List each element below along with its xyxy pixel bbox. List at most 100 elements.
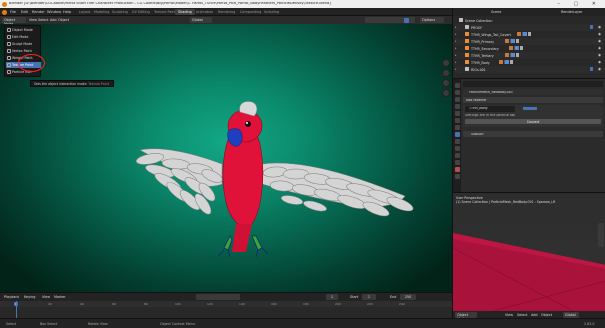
preview-mode-dropdown[interactable]: Object Mode	[455, 312, 477, 318]
preview-nav-gizmo[interactable]	[598, 223, 604, 247]
vertex-paint-icon	[7, 49, 11, 53]
eye-icon[interactable]: ◉	[598, 53, 601, 57]
outliner-root[interactable]: Scene Collection	[455, 17, 604, 24]
eye-icon[interactable]: ◉	[598, 67, 601, 71]
preview-header: Object Mode View Select Add Object Globa…	[453, 311, 605, 318]
constraints-tab-icon[interactable]	[454, 153, 460, 158]
modifier-tab-icon[interactable]	[454, 132, 460, 137]
modifier-icons	[505, 53, 519, 57]
tick: 20	[48, 302, 52, 306]
menu-edit[interactable]: Edit	[21, 10, 28, 14]
scene-selector[interactable]: Scene	[491, 10, 501, 14]
modifier-toggles[interactable]	[523, 106, 537, 110]
outliner-row[interactable]: ▸ TTHR_Tertiary ◉	[455, 52, 604, 59]
world-tab-icon[interactable]	[454, 118, 460, 123]
outliner-row[interactable]: ▸ RIGs.001 ◉	[455, 66, 604, 73]
texture-paint-icon	[7, 63, 11, 67]
preview-menu-view[interactable]: View	[505, 313, 513, 317]
physics-tab-icon[interactable]	[454, 146, 460, 151]
convert-button[interactable]: Convert	[465, 119, 601, 124]
view-layer-selector[interactable]: RenderLayer	[561, 10, 583, 14]
eye-icon[interactable]: ◉	[598, 46, 601, 50]
particles-tab-icon[interactable]	[454, 139, 460, 144]
outliner-row[interactable]: ▸ TTHR_Primary ◉	[455, 38, 604, 45]
menu-view[interactable]: View	[29, 18, 37, 22]
camera-icon[interactable]	[442, 79, 450, 87]
preview-orientation[interactable]: Global	[563, 312, 579, 318]
material-tab-icon[interactable]	[454, 167, 460, 172]
object-tab-icon[interactable]	[454, 125, 460, 130]
modifier-name-field[interactable]: TTHR_body	[465, 106, 515, 112]
modifier-icons	[509, 46, 523, 50]
menu-playback[interactable]: Playback	[4, 295, 19, 299]
data-tab-icon[interactable]	[454, 160, 460, 165]
menu-select[interactable]: Select	[38, 18, 48, 22]
outliner-row[interactable]: ▸ PROXY ◉	[455, 24, 604, 31]
pan-icon[interactable]	[442, 69, 450, 77]
outliner-row[interactable]: ▸ TTHR_Body ◉	[455, 59, 604, 66]
tab-sculpting[interactable]: Sculpting	[109, 9, 131, 15]
mode-sculpt[interactable]: Sculpt Mode	[6, 41, 41, 47]
current-frame-field[interactable]: 1	[326, 294, 338, 300]
blender-menu-icon[interactable]	[2, 9, 7, 15]
view-layer-tab-icon[interactable]	[454, 104, 460, 109]
options-dropdown[interactable]: Options	[420, 17, 444, 23]
3d-viewport[interactable]	[0, 24, 452, 292]
properties-search[interactable]	[463, 81, 603, 87]
eye-icon[interactable]: ◉	[598, 60, 601, 64]
start-frame-field[interactable]: 1	[362, 294, 376, 300]
preview-path: (1) Scene Collection | ParticleMesh_RedB…	[456, 200, 556, 205]
eye-icon[interactable]: ◉	[598, 39, 601, 43]
status-bar: Select Box Select Rotate View Object Con…	[0, 318, 605, 328]
eye-icon[interactable]: ◉	[598, 32, 601, 36]
left-wing	[135, 148, 223, 215]
subsurf-modifier-header[interactable]: Subsurf	[463, 131, 603, 137]
outliner-row[interactable]: ▸ TTHR_Secondary ◉	[455, 45, 604, 52]
menu-object[interactable]: Object	[58, 18, 69, 22]
material-preview-icon[interactable]	[404, 17, 409, 23]
zoom-icon[interactable]	[442, 59, 450, 67]
playhead[interactable]	[16, 301, 17, 319]
add-modifier-button[interactable]: Add Modifier	[463, 97, 603, 103]
menu-window[interactable]: Window	[47, 10, 61, 14]
window-controls[interactable]: – ▢ ✕	[557, 1, 602, 7]
parrot-eye	[245, 121, 251, 127]
render-tab-icon[interactable]	[454, 90, 460, 95]
grid-icon[interactable]	[442, 89, 450, 97]
mode-edit[interactable]: Edit Mode	[6, 34, 41, 40]
texture-tab-icon[interactable]	[454, 174, 460, 179]
mode-vertex-paint[interactable]: Vertex Paint	[6, 48, 41, 54]
eye-icon[interactable]: ◉	[598, 25, 601, 29]
preview-menu-add[interactable]: Add	[531, 313, 538, 317]
output-tab-icon[interactable]	[454, 97, 460, 102]
blender-window: { "window": {"title": "Blender [D:\\Blen…	[0, 0, 605, 328]
checkbox-icon[interactable]	[589, 67, 593, 71]
menu-help[interactable]: Help	[63, 10, 71, 14]
preview-menu-object[interactable]: Object	[541, 313, 552, 317]
playback-controls[interactable]	[196, 294, 240, 300]
menu-file[interactable]: File	[10, 10, 16, 14]
preview-menu-select[interactable]: Select	[517, 313, 527, 317]
tab-rendering[interactable]: Rendering	[215, 9, 238, 15]
navigation-gizmo[interactable]	[440, 49, 452, 109]
orientation-dropdown[interactable]: Global	[190, 17, 212, 23]
preview-viewport[interactable]: User Perspective (1) Scene Collection | …	[452, 192, 605, 318]
menu-render[interactable]: Render	[32, 10, 45, 14]
checkbox-icon[interactable]	[589, 25, 593, 29]
tab-scripting[interactable]: Scripting	[261, 9, 282, 15]
menu-keying[interactable]: Keying	[24, 295, 35, 299]
menu-add[interactable]: Add	[50, 18, 57, 22]
mode-object[interactable]: Object Mode	[6, 27, 41, 33]
tab-uv-editing[interactable]: UV Editing	[129, 9, 153, 15]
tooltip: Sets the object interaction mode: Textur…	[30, 80, 114, 87]
menu-timeline-view[interactable]: View	[42, 295, 50, 299]
end-frame-field[interactable]: 250	[400, 294, 416, 300]
scene-tab-icon[interactable]	[454, 111, 460, 116]
menu-marker[interactable]: Marker	[54, 295, 66, 299]
outliner-row[interactable]: ▸ TTHR_Wings_Tail_Covert ◉	[455, 31, 604, 38]
modifier-icons	[517, 32, 531, 36]
mode-dropdown[interactable]: Object Mode	[2, 17, 26, 26]
tab-animation[interactable]: Animation	[193, 9, 216, 15]
tool-tab-icon[interactable]	[454, 83, 460, 88]
tab-shading[interactable]: Shading	[175, 9, 195, 15]
